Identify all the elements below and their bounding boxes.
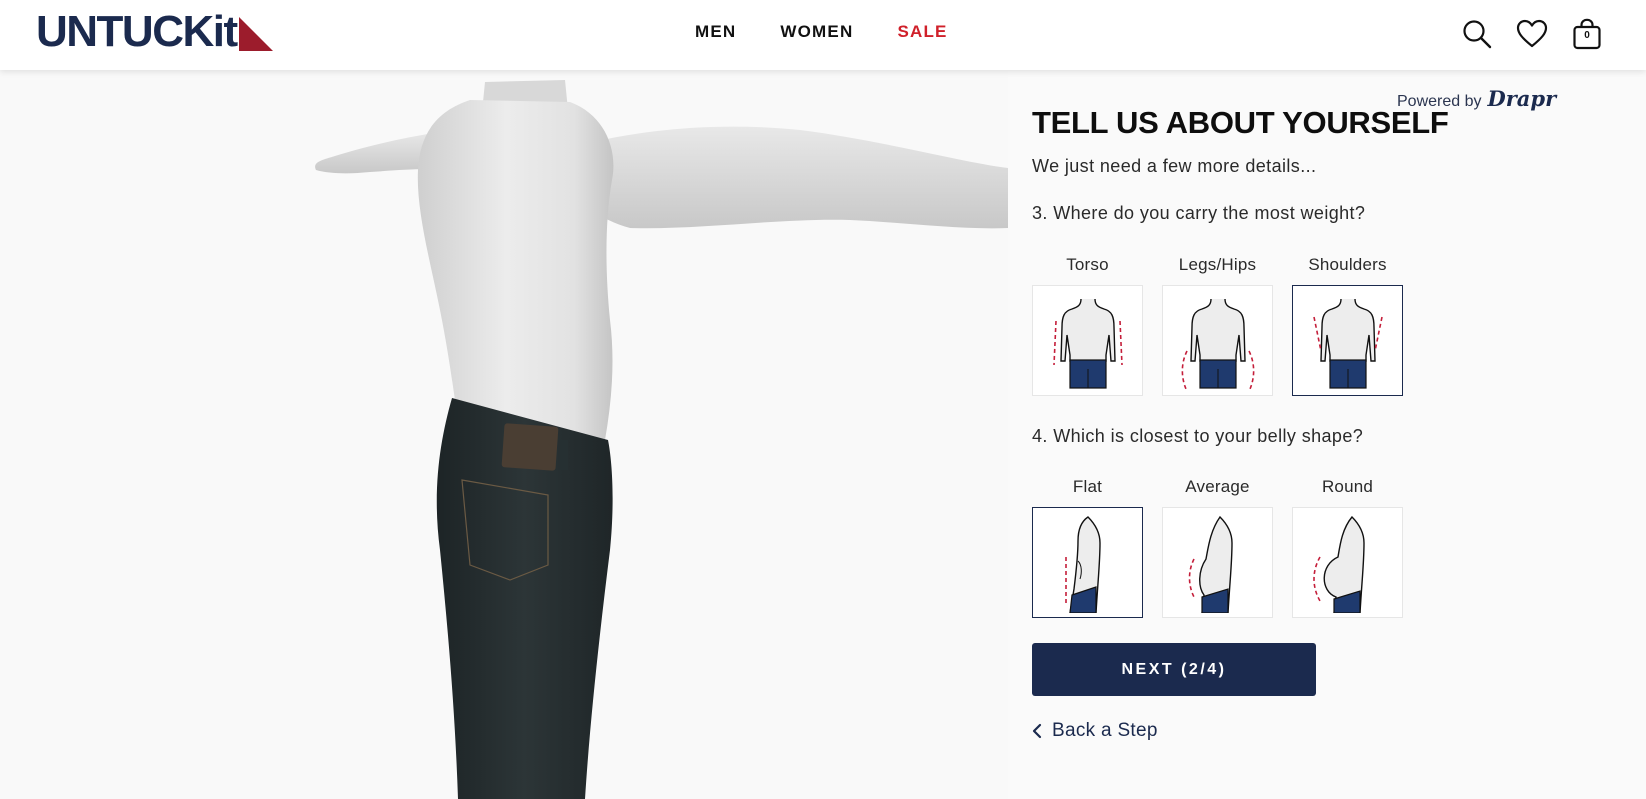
nav-men[interactable]: MEN [695,22,736,42]
nav-women[interactable]: WOMEN [780,22,853,42]
option-label: Average [1185,477,1250,496]
shoulders-body-icon [1312,298,1383,389]
option-card-selected[interactable] [1292,285,1403,396]
option-card[interactable] [1162,285,1273,396]
next-button[interactable]: NEXT (2/4) [1032,643,1316,696]
avatar-model-image [315,80,1008,799]
option-label: Torso [1066,255,1109,274]
legs-hips-body-icon [1181,298,1254,389]
header-icons: 0 [1460,17,1604,51]
chevron-left-icon [1032,723,1042,739]
logo-triangle-icon [238,17,273,51]
option-card[interactable] [1292,507,1403,618]
bag-icon[interactable]: 0 [1570,17,1604,51]
option-legs-hips[interactable]: Legs/Hips [1162,255,1273,396]
option-average[interactable]: Average [1162,477,1273,618]
avatar-viewer[interactable] [0,70,1008,799]
page-title: TELL US ABOUT YOURSELF [1032,105,1449,140]
option-round[interactable]: Round [1292,477,1403,618]
torso-body-icon [1052,298,1123,389]
option-card[interactable] [1162,507,1273,618]
round-belly-icon [1312,515,1365,613]
logo-text: UNTUCKit [36,7,238,56]
option-card-selected[interactable] [1032,507,1143,618]
back-a-step-link[interactable]: Back a Step [1032,720,1158,742]
option-label: Round [1321,477,1374,496]
page-subtitle: We just need a few more details... [1032,156,1317,176]
option-label: Legs/Hips [1178,255,1257,274]
back-label: Back a Step [1052,720,1158,741]
site-header: UNTUCKit MEN WOMEN SALE 0 [0,0,1646,70]
average-belly-icon [1188,515,1233,613]
untuckit-logo[interactable]: UNTUCKit [36,10,273,54]
main-nav: MEN WOMEN SALE [695,22,948,42]
option-label: Shoulders [1308,255,1387,274]
weight-options: Torso Legs/Hips Shoulders [1032,255,1403,396]
drapr-logo[interactable]: Drapr [1488,86,1557,111]
belly-options: Flat Average Round [1032,477,1403,618]
option-shoulders[interactable]: Shoulders [1292,255,1403,396]
cart-count: 0 [1584,30,1590,41]
heart-icon[interactable] [1515,17,1549,51]
option-torso[interactable]: Torso [1032,255,1143,396]
option-card[interactable] [1032,285,1143,396]
option-flat[interactable]: Flat [1032,477,1143,618]
question-belly: 4. Which is closest to your belly shape? [1032,426,1364,446]
flat-belly-icon [1064,515,1101,613]
nav-sale[interactable]: SALE [897,22,947,42]
fit-quiz-panel: Powered by Drapr TELL US ABOUT YOURSELF … [1008,70,1646,799]
option-label: Flat [1072,477,1103,496]
question-weight: 3. Where do you carry the most weight? [1032,203,1366,223]
search-icon[interactable] [1460,17,1494,51]
